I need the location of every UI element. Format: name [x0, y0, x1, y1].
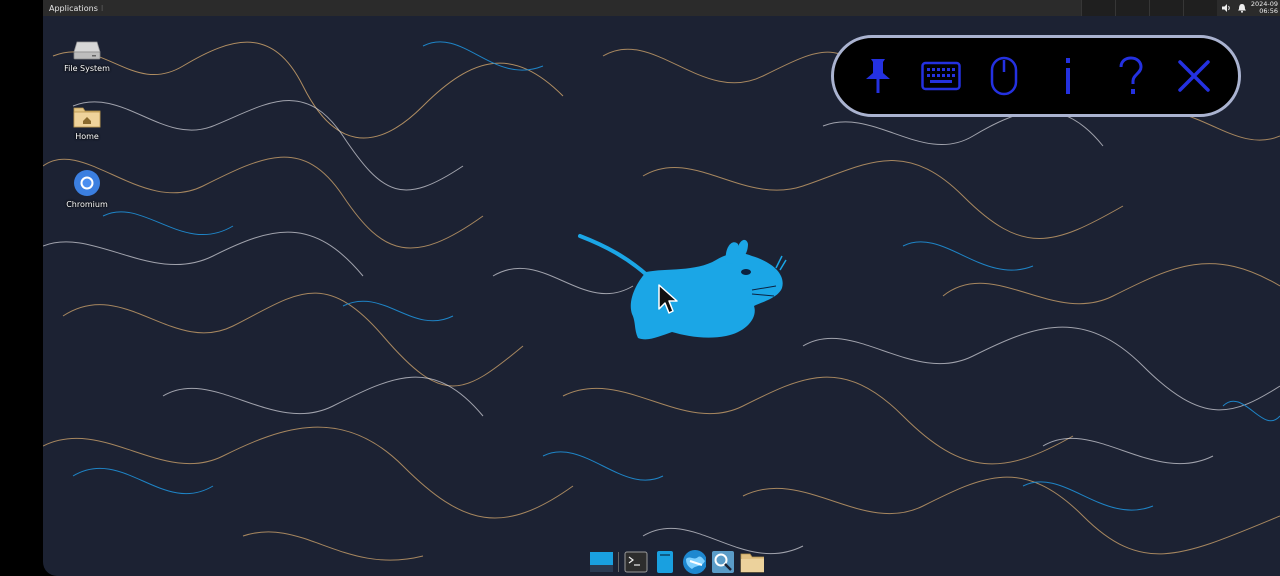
workspace-1-button[interactable]	[1080, 0, 1115, 16]
screen: File System Home Chromium Applications ⁝…	[0, 0, 1280, 576]
web-browser-icon	[683, 549, 706, 574]
search-icon	[712, 550, 734, 573]
desktop-icon-chromium[interactable]: Chromium	[55, 168, 119, 209]
mouse-icon	[991, 56, 1018, 96]
mouse-button[interactable]	[980, 52, 1028, 100]
drive-icon	[73, 41, 101, 60]
show-desktop-icon	[590, 551, 613, 572]
notification-bell-icon[interactable]	[1237, 3, 1247, 13]
workspace-4-button[interactable]	[1182, 0, 1217, 16]
help-icon	[1119, 56, 1143, 94]
keyboard-icon	[921, 61, 961, 91]
onscreen-keyboard-toolbar	[831, 35, 1241, 117]
close-icon	[1178, 60, 1211, 92]
workspace-2-button[interactable]	[1114, 0, 1149, 16]
dock-show-desktop[interactable]	[589, 550, 613, 574]
chromium-icon	[74, 170, 100, 196]
folder-icon	[740, 553, 764, 572]
desktop-icon-label: File System	[64, 64, 110, 73]
close-button[interactable]	[1170, 52, 1218, 100]
clock[interactable]: 2024-09 06:56	[1251, 1, 1280, 15]
info-icon	[1065, 58, 1070, 94]
panel-separator: ⁝	[100, 3, 104, 13]
dock-folder[interactable]	[740, 550, 764, 574]
top-panel: Applications ⁝ 2024-09 06:56	[43, 0, 1280, 16]
desktop-icon-label: Chromium	[66, 200, 108, 209]
applications-menu-label: Applications	[49, 3, 98, 13]
home-folder-icon	[73, 107, 101, 128]
workspace-3-button[interactable]	[1148, 0, 1183, 16]
dock	[589, 547, 764, 576]
pin-icon	[865, 59, 890, 93]
desktop-icon-file-system[interactable]: File System	[55, 34, 119, 73]
volume-icon[interactable]	[1221, 3, 1231, 13]
dock-separator	[618, 551, 619, 572]
file-manager-icon	[657, 550, 673, 573]
mouse-cursor-icon	[658, 284, 678, 314]
dock-web-browser[interactable]	[682, 549, 706, 574]
xfce-mouse-logo	[578, 234, 787, 340]
applications-menu-button[interactable]: Applications ⁝	[43, 0, 109, 16]
dock-file-manager[interactable]	[653, 550, 677, 574]
info-button[interactable]	[1044, 52, 1092, 100]
system-tray	[1217, 0, 1251, 16]
pin-button[interactable]	[854, 52, 902, 100]
keyboard-button[interactable]	[917, 52, 965, 100]
desktop-icon-label: Home	[75, 132, 99, 141]
desktop-icon-home[interactable]: Home	[55, 102, 119, 141]
clock-time: 06:56	[1259, 7, 1278, 15]
dock-search[interactable]	[711, 550, 735, 574]
help-button[interactable]	[1107, 52, 1155, 100]
terminal-icon	[624, 551, 648, 572]
dock-terminal[interactable]	[624, 550, 648, 574]
